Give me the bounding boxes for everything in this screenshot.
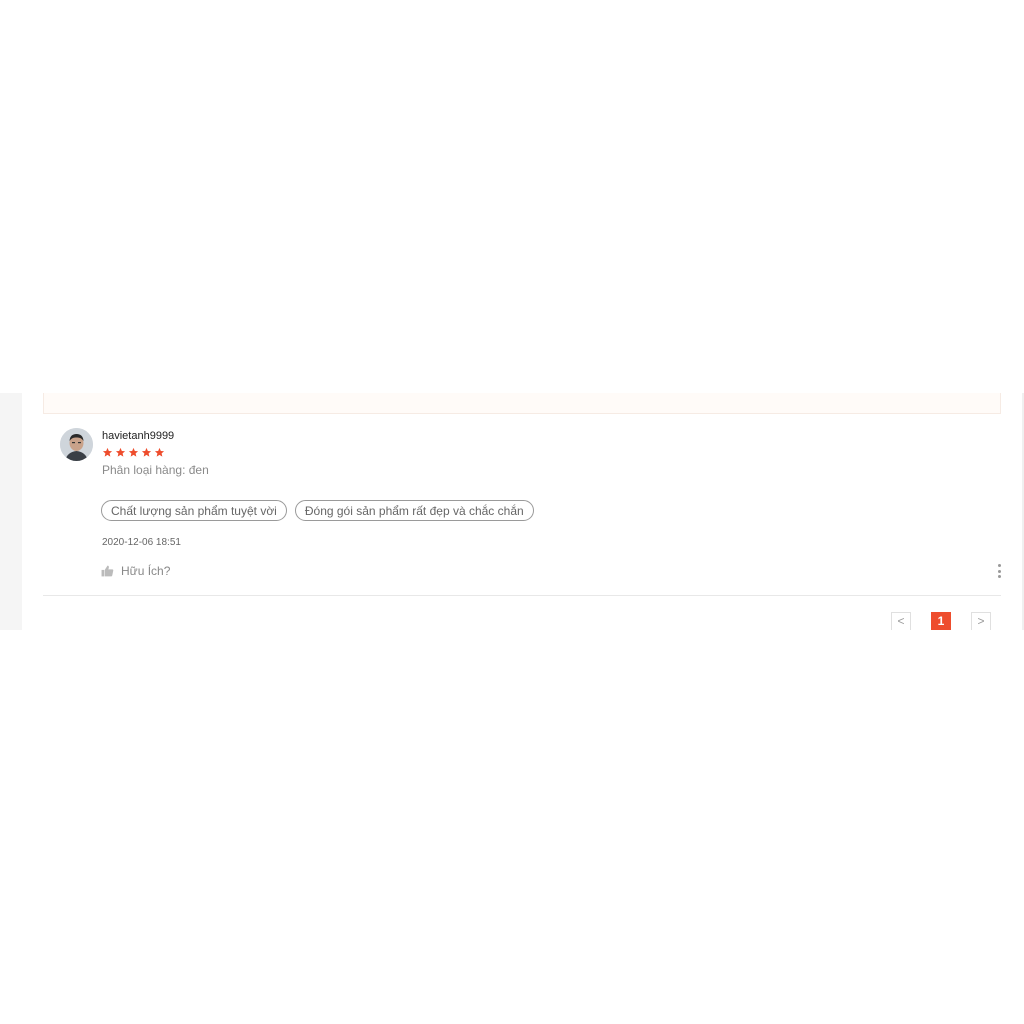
star-icon	[102, 447, 113, 457]
current-page-button[interactable]: 1	[931, 612, 951, 630]
helpful-label: Hữu Ích?	[121, 564, 171, 578]
more-dot-icon	[997, 569, 1001, 573]
rating-filter-box	[43, 393, 1001, 414]
product-variation: Phân loại hàng: đen	[102, 463, 209, 477]
review-tag: Đóng gói sản phẩm rất đẹp và chắc chắn	[294, 500, 534, 521]
more-options-button[interactable]	[997, 564, 1001, 578]
prev-page-button[interactable]: <	[891, 612, 911, 630]
review-username[interactable]: havietanh9999	[102, 430, 174, 442]
review-timestamp: 2020-12-06 18:51	[102, 537, 181, 548]
helpful-button[interactable]: Hữu Ích?	[101, 564, 170, 578]
divider	[43, 595, 1001, 596]
star-icon	[128, 447, 139, 457]
next-page-button[interactable]: >	[971, 612, 991, 630]
review-tags: Chất lượng sản phẩm tuyệt vời Đóng gói s…	[101, 500, 534, 521]
more-dot-icon	[997, 564, 1001, 567]
star-icon	[115, 447, 126, 457]
star-icon	[154, 447, 165, 457]
left-gutter	[0, 393, 22, 630]
rating-stars	[102, 447, 165, 458]
thumbs-up-icon	[101, 565, 114, 577]
star-icon	[141, 447, 152, 457]
avatar[interactable]	[60, 428, 93, 461]
user-avatar-icon	[60, 428, 93, 461]
review-section: havietanh9999 Phân loại hàng: đen Chất l…	[0, 393, 1024, 630]
more-dot-icon	[997, 575, 1001, 578]
review-tag: Chất lượng sản phẩm tuyệt vời	[101, 500, 287, 521]
